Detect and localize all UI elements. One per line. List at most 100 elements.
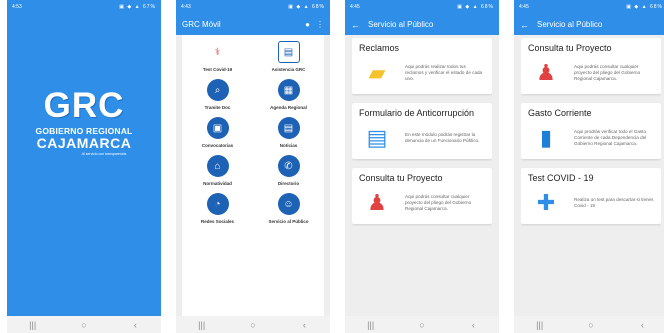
card-title: Consulta tu Proyecto [528, 43, 612, 53]
tile-label: Convocatorias [201, 143, 234, 148]
tile-label: Tramite Doc [204, 105, 231, 110]
recents-icon[interactable]: ||| [192, 320, 212, 330]
card-title: Reclamos [359, 43, 400, 53]
app-bar: ← Servicio al Público [345, 14, 499, 35]
card-gasto-corriente[interactable]: Gasto Corriente ▮ Aqui prodrás verificar… [521, 103, 661, 159]
app-bar: GRC Móvil ● ⋮ [176, 14, 330, 35]
tile-tramite-doc[interactable]: ⌕ Tramite Doc [182, 79, 253, 117]
service-card-list: Consulta tu Proyecto ♟ Aqui podrás consu… [521, 38, 661, 316]
bar-chart-icon: ▮ [539, 125, 553, 150]
back-icon[interactable]: ‹ [294, 320, 314, 330]
screen-title: Servicio al Público [368, 20, 434, 29]
status-time: 4:45 [519, 4, 529, 10]
card-reclamos[interactable]: Reclamos ▰ Aqui podrás realizar todos tu… [352, 38, 492, 94]
status-bar: 4:45 ▣ ◆ ▲ 68% [514, 0, 664, 14]
card-consulta-proyecto[interactable]: Consulta tu Proyecto ♟ Aqui podrás consu… [521, 38, 661, 94]
status-bar: 4:45 ▣ ◆ ▲ 68% [345, 0, 499, 14]
tile-noticias[interactable]: ▤ Noticias [253, 117, 324, 155]
grc-logo: GRC GOBIERNO REGIONAL CAJAMARCA Al servi… [7, 86, 161, 157]
status-time: 4:45 [350, 4, 360, 10]
doctor-icon: ⚕ [206, 41, 229, 63]
folder-icon: ▰ [368, 60, 386, 85]
tile-normatividad[interactable]: ⌂ Normatividad [182, 155, 253, 193]
form-document-icon: ▤ [366, 125, 388, 150]
calendar-icon: ▦ [277, 79, 300, 101]
covid-test-icon: ✚ [536, 190, 556, 215]
card-title: Gasto Corriente [528, 108, 592, 118]
home-icon[interactable]: ○ [581, 320, 601, 330]
card-description: Realiza un test para descartar si tienes… [574, 197, 654, 208]
recents-icon[interactable]: ||| [530, 320, 550, 330]
home-screen: 4:43 ▣ ◆ ▲ 68% GRC Móvil ● ⋮ ⚕ Test Covi… [176, 0, 330, 333]
card-title: Test COVID - 19 [528, 173, 594, 183]
back-icon[interactable]: ‹ [125, 320, 145, 330]
status-time: 4:53 [12, 4, 22, 10]
tile-label: Noticias [279, 143, 298, 148]
screen-title: Servicio al Público [537, 20, 603, 29]
tile-label: Directorio [277, 181, 300, 186]
tile-label: Redes Sociales [200, 219, 235, 224]
construction-worker-icon: ♟ [536, 60, 556, 85]
logo-line2: CAJAMARCA [36, 135, 132, 151]
system-nav-bar: ||| ○ ‹ [176, 316, 330, 333]
system-nav-bar: ||| ○ ‹ [7, 316, 161, 333]
status-icons: ▣ ◆ ▲ 68% [457, 4, 494, 10]
people-icon: ☺ [277, 193, 300, 215]
tile-asistencia[interactable]: ▤ Asistencia GRC [253, 41, 324, 79]
tile-label: Servicio al Público [268, 219, 309, 224]
tile-redes-sociales[interactable]: ◔ Redes Sociales [182, 193, 253, 231]
logo-mark: GRC [43, 86, 125, 125]
card-title: Consulta tu Proyecto [359, 173, 443, 183]
servicio-screen-1: 4:45 ▣ ◆ ▲ 68% ← Servicio al Público Rec… [345, 0, 499, 333]
account-icon[interactable]: ● [305, 20, 310, 29]
card-description: Aqui podrás consultar cualquier proyecto… [405, 194, 472, 211]
card-description: Aqui podrás realizar todos tus reclamos … [405, 64, 483, 81]
id-card-icon: ▤ [277, 41, 300, 63]
status-icons: ▣ ◆ ▲ 68% [626, 4, 663, 10]
back-icon[interactable]: ‹ [632, 320, 652, 330]
tile-convocatorias[interactable]: ▣ Convocatorias [182, 117, 253, 155]
home-icon[interactable]: ○ [412, 320, 432, 330]
announcement-icon: ▣ [206, 117, 229, 139]
tile-agenda[interactable]: ▦ Agenda Regional [253, 79, 324, 117]
phone-icon: ✆ [277, 155, 300, 177]
splash-screen: 4:53 ▣ ◆ ▲ 67% GRC GOBIERNO REGIONAL CAJ… [7, 0, 161, 333]
tile-label: Agenda Regional [270, 105, 307, 110]
back-icon[interactable]: ‹ [463, 320, 483, 330]
home-icon[interactable]: ○ [74, 320, 94, 330]
system-nav-bar: ||| ○ ‹ [514, 316, 664, 333]
tile-servicio-publico[interactable]: ☺ Servicio al Público [253, 193, 324, 231]
servicio-screen-2: 4:45 ▣ ◆ ▲ 68% ← Servicio al Público Con… [514, 0, 664, 333]
app-title: GRC Móvil [182, 20, 221, 29]
status-icons: ▣ ◆ ▲ 68% [288, 4, 325, 10]
card-test-covid[interactable]: Test COVID - 19 ✚ Realiza un test para d… [521, 168, 661, 224]
back-arrow-icon[interactable]: ← [351, 20, 360, 30]
status-bar: 4:53 ▣ ◆ ▲ 67% [7, 0, 161, 14]
status-time: 4:43 [181, 4, 191, 10]
newspaper-icon: ▤ [277, 117, 300, 139]
document-search-icon: ⌕ [206, 79, 229, 101]
more-menu-icon[interactable]: ⋮ [316, 20, 324, 29]
app-bar: ← Servicio al Público [514, 14, 664, 35]
status-bar: 4:43 ▣ ◆ ▲ 68% [176, 0, 330, 14]
tile-label: Asistencia GRC [271, 67, 306, 72]
service-card-list: Reclamos ▰ Aqui podrás realizar todos tu… [352, 38, 492, 316]
card-description: En este módulo podrás registrar la denun… [405, 132, 480, 143]
status-icons: ▣ ◆ ▲ 67% [119, 4, 156, 10]
construction-worker-icon: ♟ [367, 190, 387, 215]
logo-tagline: Al servicio con transparencia [81, 152, 127, 156]
tile-test-covid[interactable]: ⚕ Test Covid-19 [182, 41, 253, 79]
home-icon[interactable]: ○ [243, 320, 263, 330]
card-title: Formulario de Anticorrupción [359, 108, 475, 118]
tile-directorio[interactable]: ✆ Directorio [253, 155, 324, 193]
card-consulta-proyecto[interactable]: Consulta tu Proyecto ♟ Aqui podrás consu… [352, 168, 492, 224]
recents-icon[interactable]: ||| [361, 320, 381, 330]
system-nav-bar: ||| ○ ‹ [345, 316, 499, 333]
menu-grid: ⚕ Test Covid-19 ▤ Asistencia GRC ⌕ Trami… [182, 35, 324, 316]
back-arrow-icon[interactable]: ← [520, 20, 529, 30]
rss-icon: ◔ [206, 193, 229, 215]
tile-label: Test Covid-19 [202, 67, 233, 72]
recents-icon[interactable]: ||| [23, 320, 43, 330]
card-anticorrupcion[interactable]: Formulario de Anticorrupción ▤ En este m… [352, 103, 492, 159]
card-description: Aqui prodrás verificar todo el Gasto Cor… [574, 129, 647, 146]
